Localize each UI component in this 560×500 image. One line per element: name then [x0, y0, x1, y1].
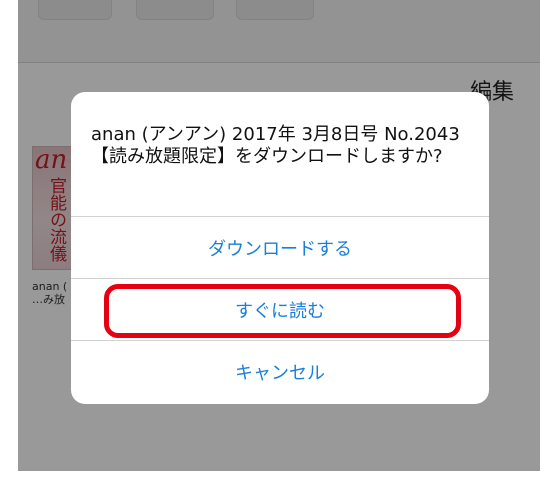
- alert-message: anan (アンアン) 2017年 3月8日号 No.2043 【読み放題限定】…: [91, 124, 460, 167]
- download-alert-dialog: anan (アンアン) 2017年 3月8日号 No.2043 【読み放題限定】…: [71, 92, 489, 404]
- cancel-button[interactable]: キャンセル: [71, 340, 489, 402]
- highlight-annotation: [104, 284, 461, 338]
- download-button[interactable]: ダウンロードする: [71, 216, 489, 278]
